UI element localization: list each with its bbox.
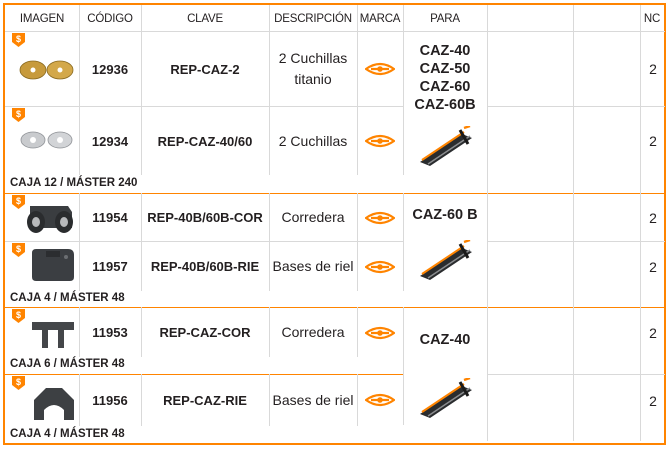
silver-cutting-wheels-icon: [20, 131, 73, 149]
column-divider: [357, 5, 358, 175]
header-para: PARA: [430, 13, 460, 25]
header-marca: MARCA: [359, 13, 401, 25]
clave-cell: REP-CAZ-40/60: [157, 133, 253, 149]
brand-logo-icon: [365, 134, 395, 148]
tile-cutter-icon: [420, 126, 472, 166]
slider-bracket-icon: [32, 322, 74, 348]
price-badge-icon: $: [12, 376, 25, 390]
descripcion-cell: Bases de riel: [272, 392, 354, 408]
slider-carriage-icon: [27, 206, 73, 233]
gold-cutting-wheels-icon: [19, 60, 74, 80]
clave-cell: REP-CAZ-RIE: [163, 393, 247, 408]
column-divider: [357, 374, 358, 426]
nc-cell: 2: [649, 324, 657, 341]
para-models: CAZ-60 B: [403, 205, 487, 225]
codigo-cell: 12934: [91, 133, 129, 149]
price-badge-icon: $: [12, 243, 25, 257]
clave-cell: REP-40B/60B-COR: [147, 210, 263, 225]
descripcion-cell: 2 Cuchillas titanio: [269, 32, 357, 106]
descripcion-line: titanio: [294, 71, 332, 87]
nc-cell: 2: [649, 258, 657, 275]
header-clave: CLAVE: [187, 13, 223, 25]
tile-cutter-icon: [420, 240, 472, 280]
header-nc: NC: [643, 13, 661, 25]
clave-cell: REP-CAZ-COR: [159, 325, 251, 340]
column-divider: [403, 307, 404, 425]
nc-cell: 2: [649, 209, 657, 226]
price-badge-icon: $: [12, 33, 25, 47]
column-divider: [357, 307, 358, 357]
price-badge-icon: $: [12, 108, 25, 122]
codigo-cell: 11956: [92, 393, 128, 408]
clave-cell: REP-40B/60B-RIE: [150, 259, 260, 274]
caja-label: CAJA 4 / MÁSTER 48: [10, 292, 125, 304]
descripcion-line: 2 Cuchillas: [278, 50, 348, 66]
header-descripcion: DESCRIPCIÓN: [274, 13, 352, 25]
caja-label: CAJA 6 / MÁSTER 48: [10, 358, 125, 370]
para-model: CAZ-40: [419, 332, 471, 348]
rail-bracket-icon: [34, 388, 74, 420]
para-models: CAZ-40: [403, 330, 487, 350]
codigo-cell: 12936: [91, 61, 129, 77]
nc-cell: 2: [649, 133, 657, 149]
descripcion-cell: Bases de riel: [272, 258, 354, 274]
para-model: CAZ-40: [419, 43, 471, 59]
descripcion-cell: 2 Cuchillas: [278, 132, 348, 149]
nc-cell: 2: [649, 392, 657, 409]
header-codigo: CÓDIGO: [87, 13, 133, 25]
svg-text:$: $: [16, 109, 21, 119]
brand-logo-icon: [365, 62, 395, 76]
svg-text:$: $: [16, 310, 21, 320]
row-divider: [487, 106, 665, 107]
row-divider: [487, 374, 665, 375]
para-model: CAZ-60 B: [412, 207, 478, 223]
clave-cell: REP-CAZ-2: [170, 61, 240, 77]
brand-logo-icon: [365, 393, 395, 407]
descripcion-cell: Corredera: [281, 324, 345, 340]
codigo-cell: 11957: [92, 259, 128, 274]
row-divider: [487, 241, 665, 242]
codigo-cell: 11954: [92, 210, 128, 225]
brand-logo-icon: [365, 211, 395, 225]
column-divider: [573, 5, 574, 441]
caja-label: CAJA 4 / MÁSTER 48: [10, 428, 125, 440]
column-divider: [487, 5, 488, 441]
svg-text:$: $: [16, 377, 21, 387]
svg-text:$: $: [16, 196, 21, 206]
para-models: CAZ-40 CAZ-50 CAZ-60 CAZ-60B: [403, 40, 487, 116]
brand-logo-icon: [365, 326, 395, 340]
descripcion-cell: Corredera: [281, 209, 345, 225]
brand-logo-icon: [365, 260, 395, 274]
nc-cell: 2: [649, 61, 657, 77]
tile-cutter-icon: [420, 378, 472, 418]
svg-text:$: $: [16, 34, 21, 44]
svg-text:$: $: [16, 244, 21, 254]
para-model: CAZ-60B: [414, 97, 476, 113]
para-model: CAZ-50: [419, 61, 471, 77]
caja-label: CAJA 12 / MÁSTER 240: [10, 177, 138, 189]
codigo-cell: 11953: [92, 325, 128, 340]
price-badge-icon: $: [12, 309, 25, 323]
para-model: CAZ-60: [419, 79, 471, 95]
rail-base-icon: [32, 249, 74, 281]
column-divider: [357, 193, 358, 291]
header-imagen: IMAGEN: [19, 13, 65, 25]
